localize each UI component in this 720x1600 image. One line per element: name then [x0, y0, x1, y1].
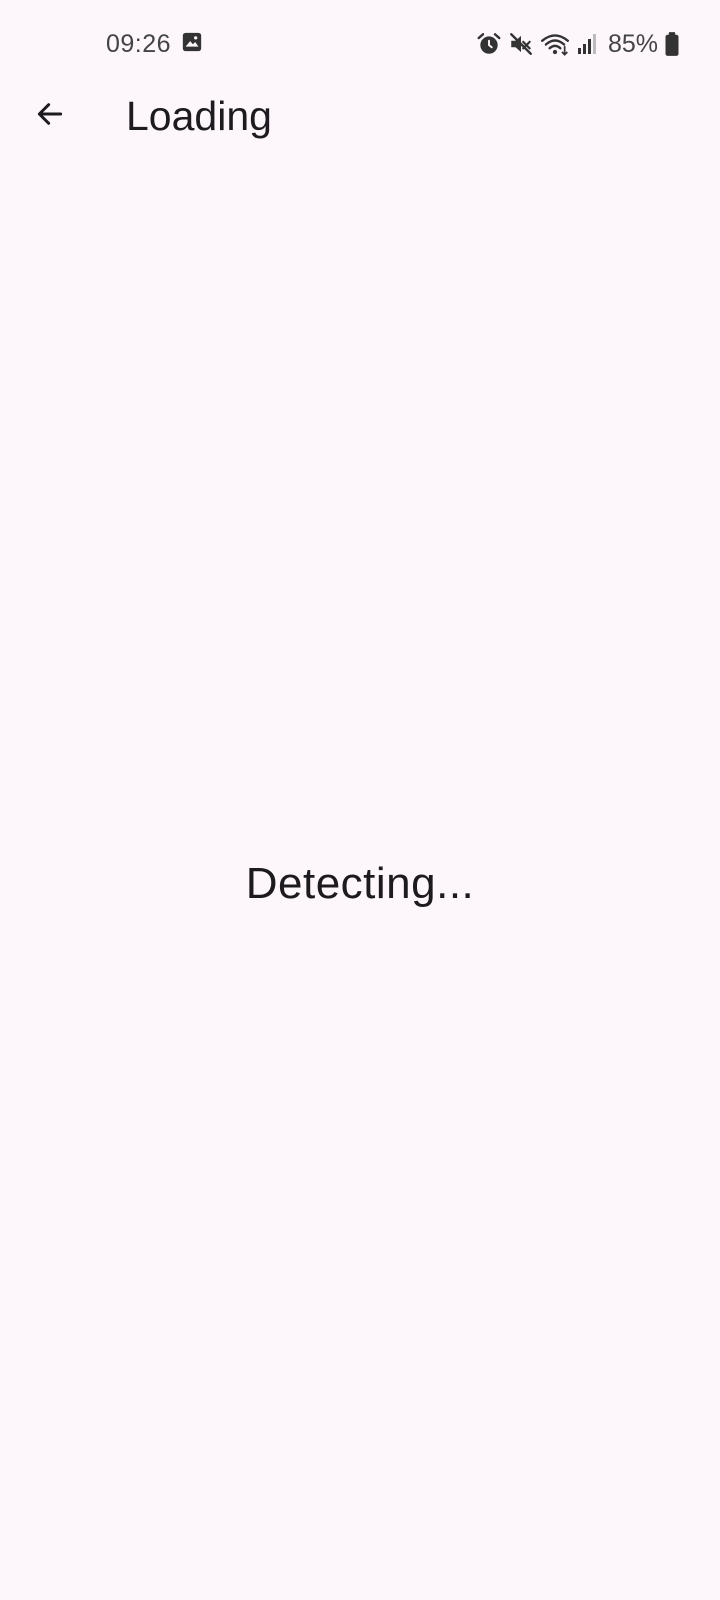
arrow-left-icon: [34, 98, 66, 135]
mute-icon: [508, 31, 534, 57]
back-button[interactable]: [24, 90, 76, 142]
alarm-icon: [476, 31, 502, 57]
page-title: Loading: [126, 93, 272, 139]
status-left: 09:26: [106, 26, 203, 62]
detecting-message: Detecting...: [245, 859, 475, 908]
signal-icon: [576, 32, 598, 56]
image-icon: [181, 31, 203, 58]
status-time: 09:26: [106, 29, 172, 58]
battery-icon: [664, 31, 680, 57]
status-right: 85%: [476, 26, 680, 62]
battery-percentage: 85%: [607, 29, 658, 58]
wifi-icon: [540, 31, 570, 57]
status-bar: 09:26 85%: [0, 0, 720, 88]
app-bar: Loading: [0, 80, 720, 156]
